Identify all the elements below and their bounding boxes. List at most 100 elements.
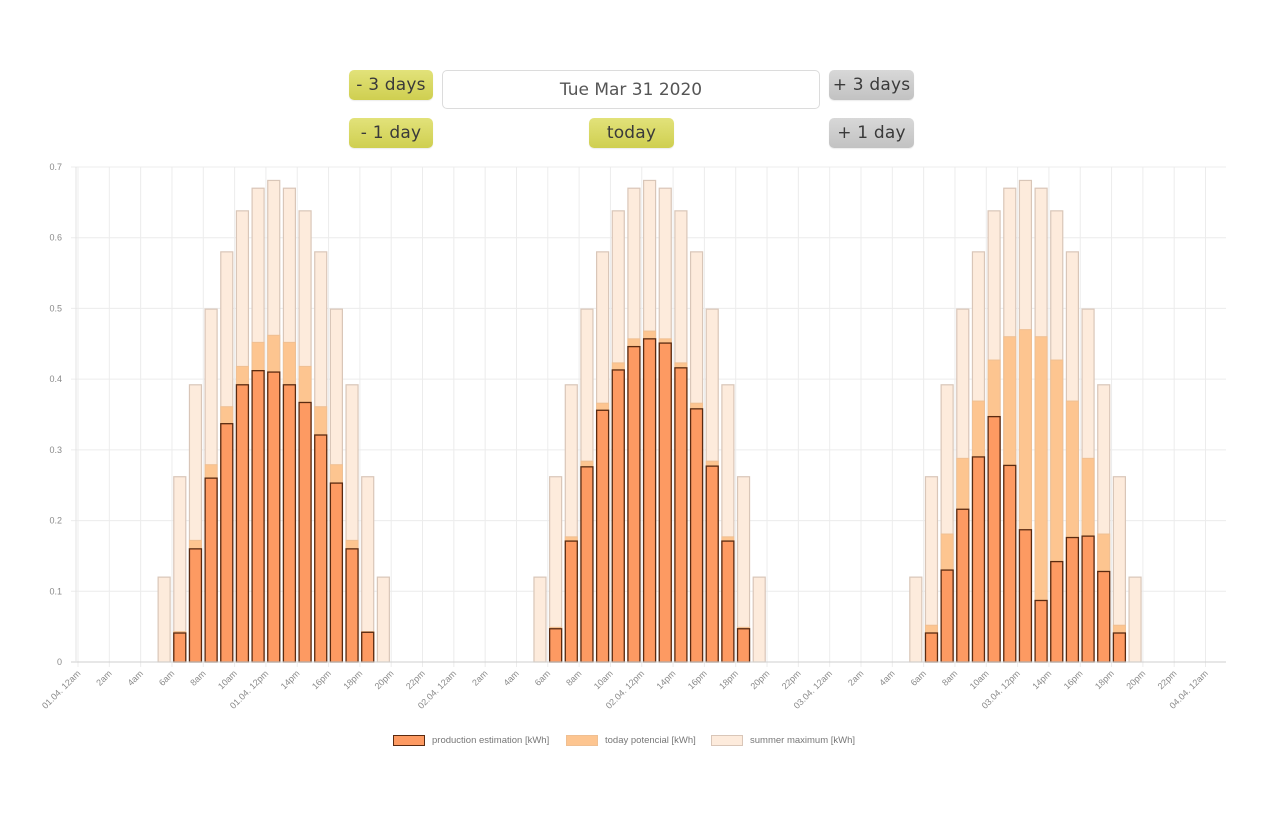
x-tick-label: 16pm	[686, 668, 709, 691]
x-tick-label: 10am	[592, 668, 615, 691]
production-estimation-bar	[658, 342, 672, 663]
x-tick-label: 6am	[533, 668, 552, 687]
x-tick-label: 14pm	[1030, 668, 1053, 691]
production-estimation-bar	[580, 466, 594, 663]
production-estimation-bar	[971, 456, 986, 663]
legend-swatch-potential	[566, 735, 598, 746]
production-estimation-bar	[689, 408, 704, 663]
y-tick-label: 0.3	[49, 445, 62, 455]
x-tick-label: 22pm	[780, 668, 803, 691]
production-estimation-bar	[736, 628, 751, 663]
production-estimation-bar	[235, 384, 250, 663]
minus-1-day-button[interactable]: - 1 day	[349, 118, 433, 148]
production-estimation-bar	[564, 540, 578, 663]
production-estimation-bar	[705, 465, 719, 663]
legend-item-production[interactable]: production estimation [kWh]	[393, 735, 549, 746]
production-estimation-bar	[924, 632, 939, 663]
production-estimation-bar	[627, 345, 641, 663]
y-tick-label: 0.1	[49, 586, 62, 596]
production-estimation-bar	[611, 369, 625, 663]
x-tick-label: 8am	[188, 668, 207, 687]
x-tick-label: 14pm	[655, 668, 678, 691]
x-tick-label: 16pm	[1062, 668, 1085, 691]
production-estimation-bar	[251, 370, 265, 663]
production-estimation-bar	[220, 423, 234, 663]
x-tick-label: 20pm	[373, 668, 396, 691]
production-estimation-bar	[987, 415, 1001, 663]
x-tick-label: 01.04. 12am	[40, 668, 82, 710]
summer-maximum-bar	[1128, 576, 1142, 663]
legend-label-summer: summer maximum [kWh]	[750, 735, 856, 746]
date-navigation: - 3 days Tue Mar 31 2020 + 3 days - 1 da…	[0, 0, 1280, 160]
production-estimation-bar	[188, 548, 203, 663]
legend-swatch-production	[393, 735, 425, 746]
x-tick-label: 8am	[564, 668, 583, 687]
production-estimation-bar	[956, 508, 970, 663]
legend-label-potential: today potencial [kWh]	[605, 735, 696, 746]
x-tick-label: 2am	[94, 668, 113, 687]
summer-maximum-bar	[376, 576, 390, 663]
production-estimation-bar	[1081, 535, 1095, 663]
x-tick-label: 18pm	[717, 668, 740, 691]
x-axis-ticks: 01.04. 12am 2am 4am 6am 8am 10am01.04. 12pm 14…	[40, 668, 1210, 710]
y-tick-label: 0.2	[49, 516, 62, 526]
y-axis-ticks: 0 0.1 0.2 0.3 0.4 0.5 0.6 0.7	[49, 162, 62, 667]
summer-maximum-bar	[157, 576, 171, 663]
chart-legend: production estimation [kWh] today potenc…	[0, 735, 1280, 751]
production-estimation-bar	[940, 569, 954, 663]
production-estimation-bar	[1050, 560, 1064, 663]
x-tick-label: 14pm	[279, 668, 302, 691]
production-estimation-bar	[314, 434, 328, 663]
x-tick-label: 18pm	[341, 668, 364, 691]
legend-swatch-summer	[711, 735, 743, 746]
production-estimation-bar	[1065, 536, 1080, 663]
production-estimation-bar	[1112, 632, 1127, 663]
production-estimation-bar	[1003, 464, 1017, 663]
x-tick-label: 2am	[846, 668, 865, 687]
production-estimation-bar	[1097, 570, 1111, 663]
y-tick-label: 0	[57, 657, 62, 667]
x-tick-label: 6am	[157, 668, 176, 687]
x-tick-label: 6am	[909, 668, 928, 687]
production-estimation-bar	[548, 628, 563, 663]
x-tick-label: 16pm	[310, 668, 333, 691]
production-estimation-bar	[345, 548, 359, 663]
x-tick-label: 4am	[877, 668, 896, 687]
date-input[interactable]: Tue Mar 31 2020	[442, 70, 820, 109]
legend-item-summer[interactable]: summer maximum [kWh]	[711, 735, 855, 746]
production-estimation-bar	[204, 477, 218, 663]
x-tick-label: 4am	[126, 668, 145, 687]
x-tick-label: 22pm	[404, 668, 427, 691]
summer-maximum-bar	[752, 576, 766, 663]
production-estimation-bar	[173, 632, 187, 663]
plus-1-day-button[interactable]: + 1 day	[829, 118, 914, 148]
plus-3-days-button[interactable]: + 3 days	[829, 70, 914, 100]
production-estimation-bar	[361, 631, 375, 663]
production-estimation-bar	[267, 371, 281, 663]
production-estimation-bar	[298, 401, 312, 663]
summer-maximum-bar	[909, 576, 923, 663]
production-chart: 0 0.1 0.2 0.3 0.4 0.5 0.6 0.7 01.04. 12am 2am 4am…	[40, 162, 1226, 711]
production-estimation-bar	[721, 540, 735, 663]
x-tick-label: 18pm	[1093, 668, 1116, 691]
production-estimation-bar	[1034, 599, 1048, 663]
production-estimation-bar	[282, 384, 297, 663]
today-button[interactable]: today	[589, 118, 674, 148]
production-estimation-bar	[329, 482, 344, 663]
x-tick-label: 20pm	[1124, 668, 1147, 691]
x-tick-label: 22pm	[1156, 668, 1179, 691]
legend-label-production: production estimation [kWh]	[432, 735, 550, 746]
x-tick-label: 2am	[470, 668, 489, 687]
x-tick-label: 8am	[940, 668, 959, 687]
x-tick-label: 10am	[216, 668, 239, 691]
x-tick-label: 20pm	[748, 668, 771, 691]
summer-maximum-bar	[533, 576, 547, 663]
production-estimation-bar	[1018, 529, 1033, 663]
y-tick-label: 0.4	[49, 374, 62, 384]
legend-item-potential[interactable]: today potencial [kWh]	[566, 735, 696, 746]
x-tick-label: 10am	[968, 668, 991, 691]
y-tick-label: 0.7	[49, 162, 62, 172]
production-estimation-bar	[595, 409, 610, 663]
minus-3-days-button[interactable]: - 3 days	[349, 70, 433, 100]
production-estimation-bar	[642, 338, 657, 663]
